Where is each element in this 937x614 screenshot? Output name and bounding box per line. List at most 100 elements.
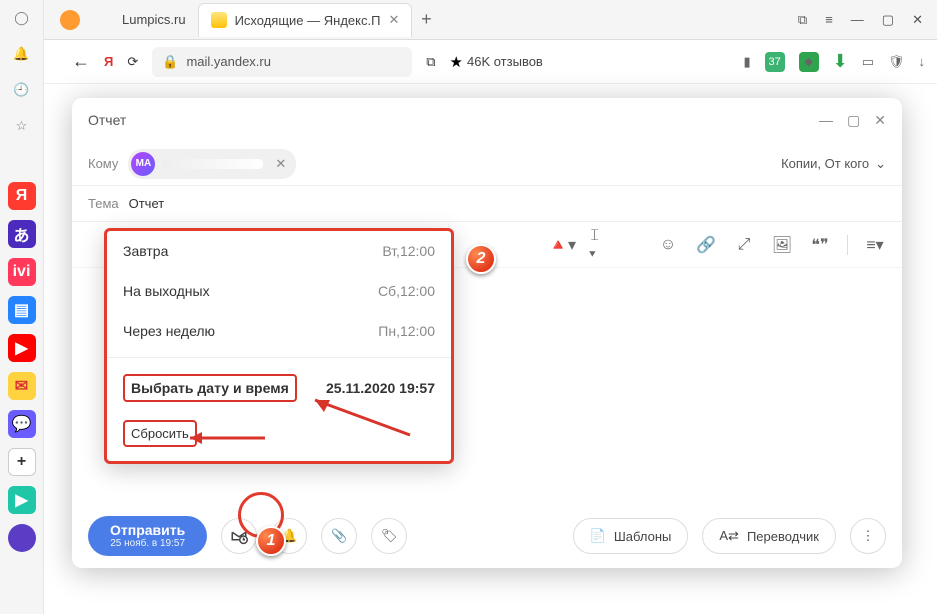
app-youtube-icon[interactable]: ▶: [8, 334, 36, 362]
subject-value[interactable]: Отчет: [129, 196, 165, 211]
extension-icons: ▮ 37 ◆ ⬇ ▭ 🛡 ↓: [743, 51, 925, 72]
font-size-icon[interactable]: 𝙸 ▾: [589, 227, 611, 263]
copies-label: Копии, От кого: [781, 156, 869, 171]
new-tab-button[interactable]: +: [412, 6, 440, 34]
emoji-icon[interactable]: ☺: [657, 236, 679, 254]
close-window-icon[interactable]: ✕: [912, 12, 923, 28]
avatar-icon: ◯: [14, 10, 29, 26]
reviews-badge[interactable]: ★ 46K отзывов: [450, 53, 543, 71]
tab-yandex-mail[interactable]: Исходящие — Яндекс.П ✕: [198, 3, 413, 37]
translate-icon: A⇄: [719, 528, 739, 544]
send-sublabel: 25 нояб. в 19:57: [110, 538, 185, 550]
ext-green-icon[interactable]: 37: [765, 52, 785, 72]
translator-button[interactable]: A⇄ Переводчик: [702, 518, 836, 554]
annotation-arrow-pick: [300, 390, 420, 440]
compose-header: Отчет — ▢ ✕: [72, 98, 902, 142]
quote-icon[interactable]: ❝❞: [809, 235, 831, 255]
reader-icon[interactable]: ▭: [862, 54, 874, 70]
option-time: Пн,12:00: [378, 323, 435, 339]
recipient-name-blurred: [163, 159, 263, 169]
schedule-option-week[interactable]: Через неделю Пн,12:00: [107, 311, 451, 351]
option-time: Сб,12:00: [378, 283, 435, 299]
link-icon[interactable]: 🔗: [695, 235, 717, 255]
option-label: На выходных: [123, 283, 210, 299]
image-icon[interactable]: 🖼: [771, 235, 793, 255]
templates-button[interactable]: 📄 Шаблоны: [573, 518, 689, 554]
protect-icon[interactable]: 🛡: [888, 54, 905, 70]
text-color-icon[interactable]: 🔺▾: [551, 235, 573, 255]
attach-button[interactable]: 📎: [321, 518, 357, 554]
templates-icon: 📄: [590, 528, 606, 544]
star-filled-icon: ★: [450, 53, 463, 71]
unlink-icon[interactable]: ⤢: [733, 236, 755, 254]
remove-recipient-icon[interactable]: ✕: [275, 156, 286, 172]
menu-icon[interactable]: ≡: [825, 12, 833, 28]
clock-icon: 🕘: [13, 82, 29, 98]
recipient-chip[interactable]: MA ✕: [128, 149, 296, 179]
annotation-badge-1: 1: [256, 526, 286, 556]
minimize-compose-icon[interactable]: —: [819, 112, 833, 129]
bookmark-icon[interactable]: ▮: [743, 54, 750, 70]
back-icon[interactable]: ←: [72, 51, 90, 72]
app-play-icon[interactable]: ▶: [8, 486, 36, 514]
popout-icon[interactable]: ⧉: [426, 54, 435, 70]
app-ivi-icon[interactable]: ivi: [8, 258, 36, 286]
annotation-arrow-reset: [180, 428, 270, 448]
to-label: Кому: [88, 156, 118, 171]
star-icon: ☆: [16, 118, 28, 134]
app-docs-icon[interactable]: ▤: [8, 296, 36, 324]
close-compose-icon[interactable]: ✕: [874, 112, 886, 129]
browser-side-panel: ◯ 🔔 🕘 ☆ Я あ ivi ▤ ▶ ✉ 💬 + ▶: [0, 0, 44, 614]
send-button[interactable]: Отправить 25 нояб. в 19:57: [88, 516, 207, 557]
templates-label: Шаблоны: [614, 529, 672, 544]
window-controls: ⧉ ≡ — ▢ ✕: [798, 12, 937, 28]
app-mail-icon[interactable]: ✉: [8, 372, 36, 400]
reload-icon[interactable]: ⟳: [127, 54, 138, 70]
compose-bottom-bar: Отправить 25 нояб. в 19:57 🔔 📎 🏷 📄 Шабло…: [72, 504, 902, 568]
add-app-icon[interactable]: +: [8, 448, 36, 476]
close-icon[interactable]: ✕: [388, 12, 399, 28]
translator-label: Переводчик: [747, 529, 819, 544]
option-label: Завтра: [123, 243, 168, 259]
bell-icon: 🔔: [13, 46, 29, 62]
app-alice-icon[interactable]: [8, 524, 36, 552]
maximize-icon[interactable]: ▢: [882, 12, 894, 28]
tab-strip: Lumpics.ru Исходящие — Яндекс.П ✕ + ⧉ ≡ …: [0, 0, 937, 40]
schedule-option-weekend[interactable]: На выходных Сб,12:00: [107, 271, 451, 311]
tab-lumpics[interactable]: Lumpics.ru: [110, 3, 198, 37]
recipients-row: Кому MA ✕ Копии, От кого ⌄: [72, 142, 902, 186]
app-translate-icon[interactable]: あ: [8, 220, 36, 248]
annotation-badge-2: 2: [466, 244, 496, 274]
app-messenger-icon[interactable]: 💬: [8, 410, 36, 438]
tab-title: Исходящие — Яндекс.П: [235, 13, 381, 28]
subject-row: Тема Отчет: [72, 186, 902, 222]
mail-favicon-icon: [211, 12, 227, 28]
pick-datetime-label: Выбрать дату и время: [123, 374, 297, 402]
send-label: Отправить: [110, 522, 185, 539]
more-button[interactable]: ⋮: [850, 518, 886, 554]
option-label: Через неделю: [123, 323, 215, 339]
ext-shield-icon[interactable]: ◆: [799, 52, 819, 72]
chevron-down-icon: ⌄: [875, 156, 886, 172]
address-bar: ← Я ⟳ 🔒 mail.yandex.ru ⧉ ★ 46K отзывов ▮…: [0, 40, 937, 84]
profile-avatar-icon[interactable]: [60, 10, 80, 30]
minimize-icon[interactable]: —: [851, 12, 864, 28]
schedule-option-tomorrow[interactable]: Завтра Вт,12:00: [107, 231, 451, 271]
pinned-apps: Я あ ivi ▤ ▶ ✉ 💬 + ▶: [8, 182, 36, 552]
downloads-icon[interactable]: ↓: [919, 54, 926, 69]
url-text: mail.yandex.ru: [186, 54, 271, 69]
tabs-overview-icon[interactable]: ⧉: [798, 12, 807, 28]
copies-toggle[interactable]: Копии, От кого ⌄: [781, 156, 886, 172]
recipient-avatar: MA: [131, 152, 155, 176]
reviews-text: 46K отзывов: [467, 54, 543, 69]
expand-compose-icon[interactable]: ▢: [847, 112, 860, 129]
url-field[interactable]: 🔒 mail.yandex.ru: [152, 47, 412, 77]
align-icon[interactable]: ≡▾: [864, 235, 886, 255]
lock-icon: 🔒: [162, 54, 178, 70]
app-yandex-icon[interactable]: Я: [8, 182, 36, 210]
tag-button[interactable]: 🏷: [371, 518, 407, 554]
schedule-send-button[interactable]: [221, 518, 257, 554]
yandex-search-icon[interactable]: Я: [104, 54, 113, 69]
compose-title: Отчет: [88, 112, 126, 128]
download-arrow-icon[interactable]: ⬇: [833, 51, 848, 72]
